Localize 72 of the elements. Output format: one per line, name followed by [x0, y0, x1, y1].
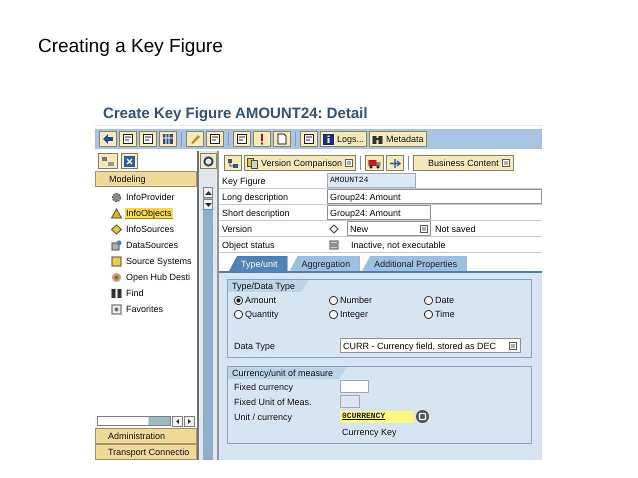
radio-button[interactable]: Number — [329, 295, 424, 305]
version-comparison-button[interactable]: Version Comparison — [244, 155, 356, 171]
compare-icon — [247, 158, 258, 168]
field-label: Key Figure — [221, 176, 267, 186]
field-label: Data Type — [234, 340, 276, 350]
input-field[interactable] — [340, 380, 369, 393]
window-title: Create Key Figure AMOUNT24: Detail — [95, 103, 542, 126]
field-label: Object status — [221, 240, 276, 250]
scroll-up-icon[interactable] — [203, 187, 213, 198]
navigator-item[interactable]: Source Systems — [125, 256, 193, 266]
logs-button[interactable]: Logs... — [320, 131, 368, 147]
navigator-section[interactable]: Modeling — [95, 171, 197, 187]
dropdown-icon — [345, 159, 354, 167]
business-content-button[interactable]: Business Content — [413, 155, 514, 171]
scroll-down-icon[interactable] — [203, 199, 213, 210]
page-icon[interactable] — [273, 131, 291, 147]
close-icon[interactable] — [121, 153, 138, 169]
tab[interactable]: Aggregation — [290, 256, 360, 271]
input-field[interactable]: Group24: Amount — [327, 205, 431, 220]
radio-button[interactable]: Quantity — [234, 309, 329, 319]
navigator-item[interactable]: Favorites — [125, 304, 164, 314]
radio-button[interactable]: Integer — [329, 309, 424, 319]
field-label: Fixed currency — [234, 382, 294, 392]
gear-icon — [111, 192, 122, 202]
navigator-item[interactable]: InfoSources — [125, 224, 176, 234]
field-label: Fixed Unit of Meas. — [234, 396, 313, 406]
radio-button[interactable]: Time — [424, 309, 525, 319]
input-field[interactable]: Group24: Amount — [327, 189, 542, 204]
dropdown-icon — [420, 224, 428, 232]
field-label: Version — [221, 224, 254, 234]
circle-icon — [111, 272, 122, 282]
truck-icon[interactable] — [365, 155, 384, 171]
navigator-item[interactable]: Open Hub Desti — [125, 272, 192, 282]
vertical-scrollbar[interactable] — [203, 187, 213, 460]
navigator-item[interactable]: InfoObjects — [125, 208, 173, 218]
search-help-icon[interactable] — [416, 410, 429, 423]
diamond-icon — [329, 224, 339, 234]
dropdown-field[interactable]: New — [347, 221, 431, 236]
radio-button[interactable]: Amount — [234, 295, 329, 305]
horizontal-scrollbar[interactable] — [97, 416, 171, 426]
input-field — [340, 395, 360, 408]
input-field[interactable]: 0CURRENCY — [340, 410, 414, 422]
grid-icon[interactable] — [159, 131, 177, 147]
navigator-item[interactable]: InfoProvider — [125, 192, 176, 202]
scroll-left-icon[interactable] — [172, 416, 183, 426]
diamond-icon — [111, 224, 122, 234]
field-label: Short description — [221, 208, 291, 218]
dropdown-field[interactable]: CURR - Currency field, stored as DEC — [340, 338, 521, 353]
navigator-section[interactable]: Administration — [95, 428, 197, 444]
key-figure-value: AMOUNT24 — [327, 173, 416, 188]
status-text: Not saved — [434, 224, 476, 234]
tab[interactable]: Additional Properties — [362, 256, 468, 271]
dropdown-icon — [509, 342, 517, 350]
square-icon — [111, 256, 122, 266]
status-text: Inactive, not executable — [350, 240, 446, 250]
navigator-item[interactable]: DataSources — [125, 240, 180, 250]
dropdown-icon — [502, 159, 510, 167]
field-description: Currency Key — [341, 426, 397, 436]
group-title: Currency/unit of measure — [228, 367, 348, 379]
group-title: Type/Data Type — [228, 280, 309, 292]
slide-title: Creating a Key Figure — [38, 36, 223, 58]
info-icon — [323, 134, 334, 144]
triangle-icon — [111, 208, 122, 218]
exclamation-icon[interactable] — [253, 131, 271, 147]
navigator-section[interactable]: Transport Connectio — [95, 444, 197, 460]
radio-button[interactable]: Date — [424, 295, 525, 305]
scroll-right-icon[interactable] — [184, 416, 195, 426]
field-label: Unit / currency — [234, 412, 294, 422]
navigator-item[interactable]: Find — [125, 288, 145, 298]
metadata-button[interactable]: Metadata — [369, 131, 427, 147]
tab[interactable]: Type/unit — [229, 256, 288, 271]
field-label: Long description — [221, 192, 290, 202]
